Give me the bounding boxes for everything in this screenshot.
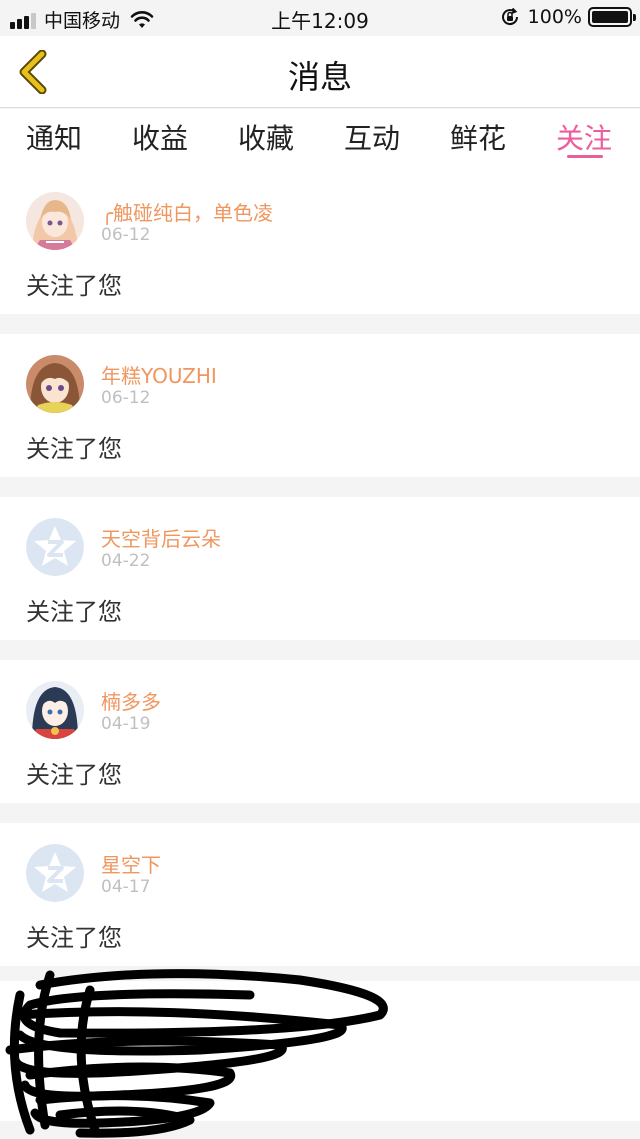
- list-item[interactable]: 年糕YOUZHI 06-12 关注了您: [0, 334, 640, 477]
- anime-avatar-icon: [26, 355, 84, 413]
- avatar[interactable]: [26, 355, 84, 413]
- redaction-scribble: [5, 969, 388, 1138]
- tab-flowers[interactable]: 鲜花: [450, 117, 506, 157]
- message-date: 06-12: [101, 225, 151, 245]
- tab-follows[interactable]: 关注: [556, 117, 612, 157]
- list-item[interactable]: 星空下 04-17 关注了您: [0, 823, 640, 966]
- active-tab-indicator: [567, 155, 603, 158]
- tab-bar: 通知 收益 收藏 互动 鲜花 关注: [0, 109, 640, 171]
- username[interactable]: 楠多多: [101, 686, 161, 715]
- message-text: 关注了您: [26, 272, 122, 300]
- username[interactable]: 年糕YOUZHI: [101, 360, 217, 389]
- message-date: 06-12: [101, 388, 151, 408]
- default-avatar-icon: [26, 518, 84, 576]
- default-avatar-icon: [26, 844, 84, 902]
- anime-avatar-icon: [26, 192, 84, 250]
- message-date: 04-17: [101, 877, 151, 897]
- message-text: 关注了您: [26, 435, 122, 463]
- message-date: 04-19: [101, 714, 151, 734]
- avatar[interactable]: [26, 844, 84, 902]
- list-item[interactable]: 楠多多 04-19 关注了您: [0, 660, 640, 803]
- username[interactable]: 天空背后云朵: [101, 523, 221, 552]
- battery-icon: [588, 7, 636, 27]
- tab-interactions[interactable]: 互动: [344, 117, 400, 157]
- username[interactable]: ╭触碰纯白，单色凌: [101, 197, 273, 226]
- message-text: 关注了您: [26, 761, 122, 789]
- list-item[interactable]: ╭触碰纯白，单色凌 06-12 关注了您: [0, 171, 640, 314]
- avatar[interactable]: [26, 681, 84, 739]
- tab-favorites[interactable]: 收藏: [238, 117, 294, 157]
- message-list: ╭触碰纯白，单色凌 06-12 关注了您 年糕YOUZHI 06-12 关注了您: [0, 171, 640, 986]
- anime-avatar-icon: [26, 681, 84, 739]
- rotation-lock-icon: [501, 7, 518, 26]
- message-text: 关注了您: [26, 598, 122, 626]
- username[interactable]: 星空下: [101, 849, 161, 878]
- status-right-group: 100%: [500, 6, 636, 28]
- avatar[interactable]: [26, 192, 84, 250]
- tab-earnings[interactable]: 收益: [132, 117, 188, 157]
- message-date: 04-22: [101, 551, 151, 571]
- message-text: 关注了您: [26, 924, 122, 952]
- battery-percent: 100%: [527, 6, 582, 28]
- avatar[interactable]: [26, 518, 84, 576]
- tab-notifications[interactable]: 通知: [26, 117, 82, 157]
- nav-bar: 消息: [0, 36, 640, 108]
- page-title: 消息: [287, 58, 352, 96]
- list-item[interactable]: 天空背后云朵 04-22 关注了您: [0, 497, 640, 640]
- status-bar: 中国移动 上午12:09 100%: [0, 0, 640, 36]
